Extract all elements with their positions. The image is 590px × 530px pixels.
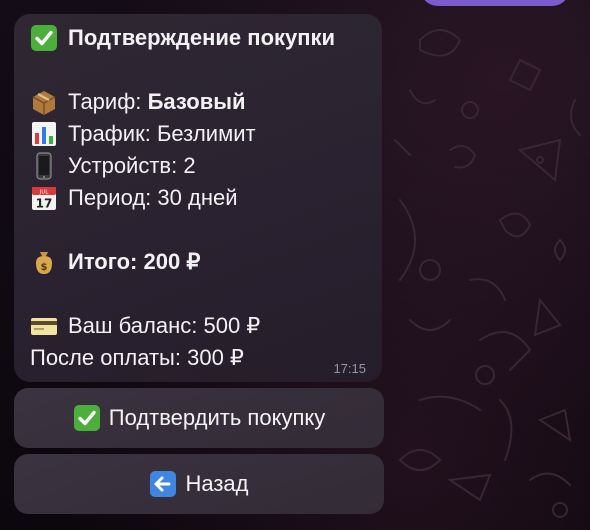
package-icon xyxy=(30,88,58,116)
devices-value: 2 xyxy=(183,153,196,178)
devices-label: Устройств: xyxy=(68,153,178,178)
total-label: Итого: xyxy=(68,249,138,274)
tariff-line: Тариф: Базовый xyxy=(30,86,366,118)
confirm-purchase-button[interactable]: Подтвердить покупку xyxy=(14,388,384,448)
calendar-icon: JUL 17 xyxy=(30,184,58,212)
message-title-text: Подтверждение покупки xyxy=(68,25,336,50)
left-arrow-icon xyxy=(149,470,177,498)
purchase-confirmation-message: Подтверждение покупки Тариф: Базовый Тра… xyxy=(14,14,382,382)
message-time: 17:15 xyxy=(333,361,366,376)
balance-line: Ваш баланс: 500 ₽ xyxy=(30,310,366,342)
calendar-month: JUL xyxy=(39,190,50,196)
back-label: Назад xyxy=(185,471,249,496)
balance-label: Ваш баланс: xyxy=(68,313,198,338)
tariff-value: Базовый xyxy=(147,89,246,114)
balance-value: 500 ₽ xyxy=(203,313,261,338)
total-line: $ Итого: 200 ₽ xyxy=(30,246,366,278)
traffic-value: Безлимит xyxy=(156,121,256,146)
calendar-day: 17 xyxy=(36,197,53,211)
svg-text:$: $ xyxy=(41,262,48,273)
money-bag-icon: $ xyxy=(30,248,58,276)
traffic-label: Трафик: xyxy=(68,121,151,146)
period-value: 30 дней xyxy=(157,185,238,210)
previous-message-bubble xyxy=(420,0,570,6)
period-label: Период: xyxy=(68,185,152,210)
back-button[interactable]: Назад xyxy=(14,454,384,514)
confirm-purchase-label: Подтвердить покупку xyxy=(108,405,326,430)
check-mark-icon xyxy=(30,24,58,52)
total-value: 200 ₽ xyxy=(143,249,201,274)
check-mark-icon xyxy=(73,404,101,432)
message-title: Подтверждение покупки xyxy=(30,22,366,54)
after-payment-label: После оплаты: xyxy=(30,345,181,370)
devices-line: Устройств: 2 xyxy=(30,150,366,182)
period-line: JUL 17 Период: 30 дней xyxy=(30,182,366,214)
after-payment-line: После оплаты: 300 ₽ xyxy=(30,342,366,374)
bar-chart-icon xyxy=(30,120,58,148)
after-payment-value: 300 ₽ xyxy=(187,345,244,370)
credit-card-icon xyxy=(30,312,58,340)
traffic-line: Трафик: Безлимит xyxy=(30,118,366,150)
tariff-label: Тариф: xyxy=(68,89,142,114)
phone-icon xyxy=(30,152,58,180)
